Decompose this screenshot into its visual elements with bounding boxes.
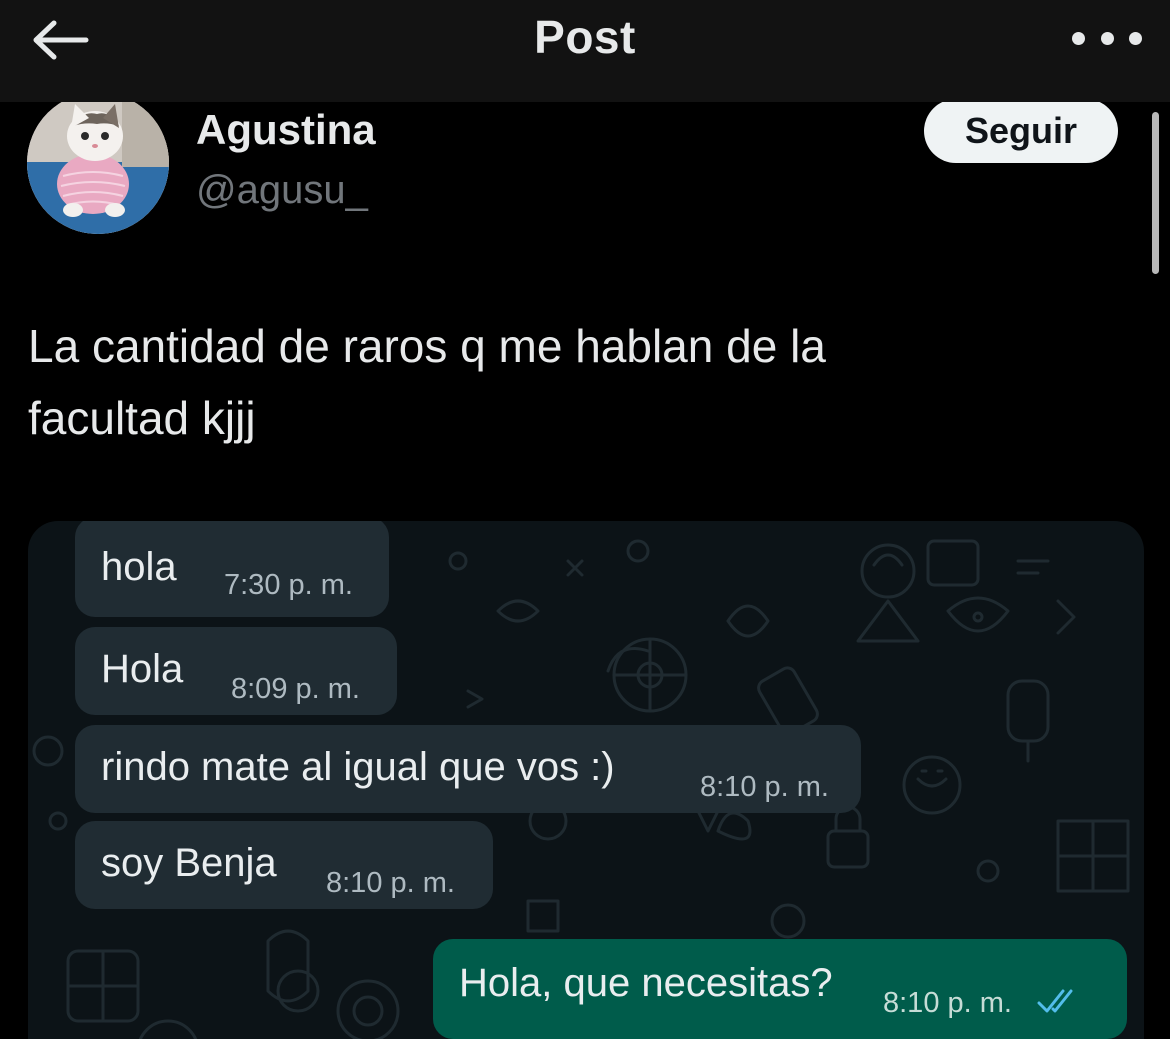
tweet-text: La cantidad de raros q me hablan de la f…: [28, 310, 1108, 454]
author-handle[interactable]: @agusu_: [196, 168, 368, 213]
tweet-text-line: La cantidad de raros q me hablan de la: [28, 320, 826, 372]
message-time: 7:30 p. m.: [224, 569, 353, 601]
chat-message-incoming[interactable]: hola 7:30 p. m.: [75, 521, 389, 617]
message-time: 8:10 p. m.: [700, 771, 829, 803]
chat-message-outgoing[interactable]: Hola, que necesitas? 8:10 p. m.: [433, 939, 1127, 1039]
post-screen: Post Agustina @agusu_ Seguir La cantidad…: [0, 0, 1170, 1039]
message-text: rindo mate al igual que vos :): [101, 745, 615, 789]
chat-message-incoming[interactable]: Hola 8:09 p. m.: [75, 627, 397, 715]
follow-button[interactable]: Seguir: [924, 99, 1118, 163]
message-text: hola: [101, 545, 177, 589]
tweet-media-image[interactable]: hola 7:30 p. m. Hola 8:09 p. m. rindo ma…: [28, 521, 1144, 1039]
message-time: 8:10 p. m.: [326, 867, 455, 899]
top-bar: Post: [0, 0, 1170, 102]
more-dot: [1129, 31, 1142, 45]
double-check-read-icon: [1037, 989, 1073, 1013]
page-title: Post: [534, 11, 636, 63]
message-text: soy Benja: [101, 841, 277, 885]
chat-message-incoming[interactable]: rindo mate al igual que vos :) 8:10 p. m…: [75, 725, 861, 813]
message-text: Hola: [101, 647, 184, 691]
tweet-text-line: facultad kjjj: [28, 392, 256, 444]
more-options-button[interactable]: [1072, 20, 1142, 56]
scrollbar[interactable]: [1152, 112, 1159, 274]
avatar-cat-image: [27, 92, 169, 234]
message-text: Hola, que necesitas?: [459, 961, 833, 1005]
message-time: 8:10 p. m.: [883, 987, 1012, 1019]
chat-message-incoming[interactable]: soy Benja 8:10 p. m.: [75, 821, 493, 909]
author-name[interactable]: Agustina: [196, 106, 376, 154]
message-time: 8:09 p. m.: [231, 673, 360, 705]
more-dot: [1100, 31, 1114, 45]
avatar[interactable]: [27, 92, 169, 234]
more-horizontal-icon: [1072, 31, 1085, 45]
